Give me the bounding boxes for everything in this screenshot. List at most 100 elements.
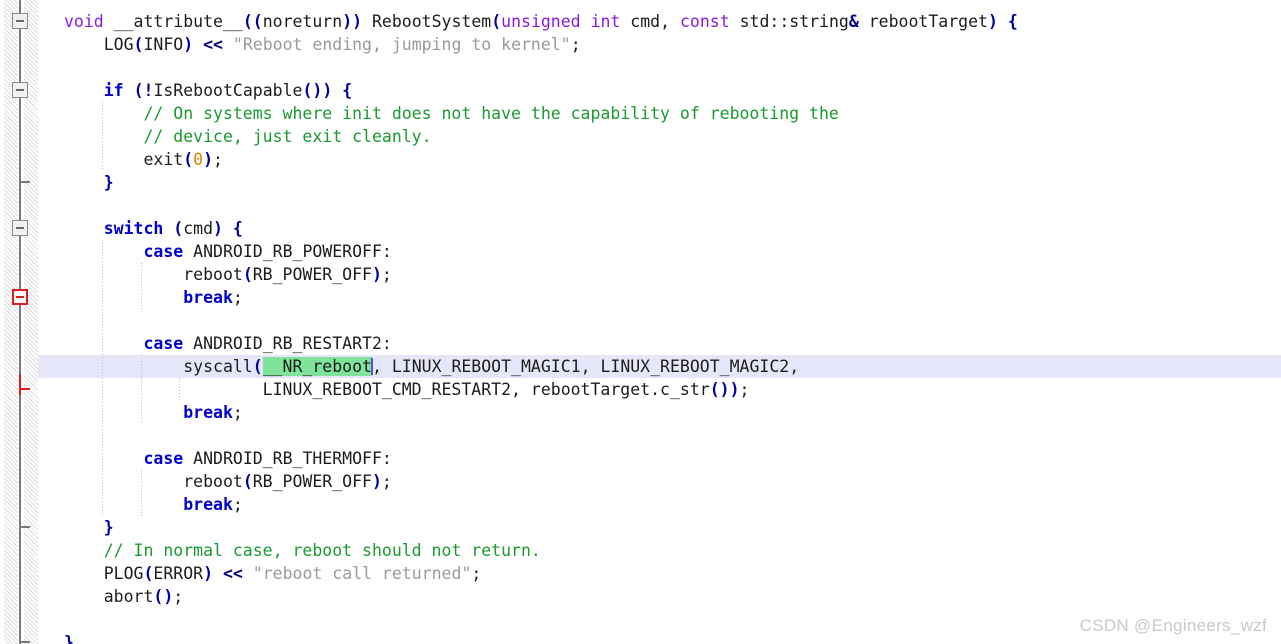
code-token: ; [381, 265, 392, 284]
code-token: } [64, 633, 74, 644]
code-line[interactable]: break; [64, 401, 243, 424]
code-line[interactable]: // device, just exit cleanly. [64, 125, 432, 148]
code-token: ANDROID_RB_RESTART2: [183, 334, 392, 353]
code-token: ; [232, 495, 243, 514]
code-token: ; [570, 35, 581, 54]
code-token: ( [491, 12, 502, 31]
code-line[interactable]: } [64, 516, 114, 539]
code-token: () [153, 587, 174, 606]
code-line[interactable]: case ANDROID_RB_POWEROFF: [64, 240, 392, 263]
code-token: ; [471, 564, 482, 583]
fold-toggle-active[interactable] [12, 289, 28, 305]
fold-toggle[interactable] [12, 82, 28, 98]
code-line[interactable]: // On systems where init does not have t… [64, 102, 838, 125]
code-line[interactable]: syscall(__NR_reboot, LINUX_REBOOT_MAGIC1… [64, 355, 799, 378]
code-token: INFO [143, 35, 184, 54]
code-token: unsigned [501, 12, 581, 31]
code-line[interactable]: abort(); [64, 585, 183, 608]
code-token: ) [987, 12, 998, 31]
code-token: IsRebootCapable [153, 81, 303, 100]
code-token: ERROR [153, 564, 204, 583]
code-token: RB_POWER_OFF [252, 472, 372, 491]
code-line[interactable]: break; [64, 493, 243, 516]
code-token: ; [381, 472, 392, 491]
code-token: LOG [64, 35, 134, 54]
code-line[interactable]: reboot(RB_POWER_OFF); [64, 263, 392, 286]
code-token: << [222, 564, 243, 583]
code-token: break [183, 403, 233, 422]
code-line[interactable]: case ANDROID_RB_RESTART2: [64, 332, 392, 355]
code-token: exit [64, 150, 184, 169]
fold-end-tick [20, 641, 30, 643]
active-fold-range-line [19, 374, 21, 395]
code-line[interactable]: case ANDROID_RB_THERMOFF: [64, 447, 391, 470]
code-token: ( [252, 357, 263, 376]
fold-toggle[interactable] [12, 220, 28, 236]
code-token: << [203, 35, 223, 54]
fold-toggle[interactable] [12, 13, 28, 29]
code-token: )) [342, 12, 363, 31]
code-token: (( [242, 12, 263, 31]
code-line[interactable]: if (!IsRebootCapable()) { [64, 79, 352, 102]
code-token: ( [133, 81, 144, 100]
code-token: ANDROID_RB_POWEROFF: [183, 242, 392, 261]
code-surface[interactable]: void __attribute__((noreturn)) RebootSys… [0, 0, 1281, 644]
fold-margin[interactable] [0, 0, 38, 644]
code-token: if [103, 81, 124, 100]
code-token: LINUX_REBOOT_CMD_RESTART2, rebootTarget.… [64, 380, 710, 399]
code-line[interactable]: // In normal case, reboot should not ret… [64, 539, 541, 562]
code-token: case [143, 449, 184, 468]
code-token: __attribute__ [103, 12, 243, 31]
code-editor-window: void __attribute__((noreturn)) RebootSys… [0, 0, 1281, 644]
code-token: ; [213, 150, 223, 169]
code-token: abort [64, 587, 154, 606]
code-token: RebootSystem [362, 12, 492, 31]
code-token: ; [232, 403, 243, 422]
code-token: , LINUX_REBOOT_MAGIC1, LINUX_REBOOT_MAGI… [371, 357, 800, 376]
code-line[interactable]: PLOG(ERROR) << "reboot call returned"; [64, 562, 482, 585]
code-token: reboot [64, 265, 243, 284]
code-token: case [143, 334, 184, 353]
code-token: break [183, 288, 233, 307]
code-token: ) [371, 265, 382, 284]
code-token: ()) [302, 81, 333, 100]
code-line[interactable]: switch (cmd) { [64, 217, 243, 240]
code-line[interactable]: void __attribute__((noreturn)) RebootSys… [64, 10, 1018, 33]
code-token: } [103, 518, 114, 537]
code-token: ) [213, 219, 223, 238]
code-token: noreturn [262, 12, 343, 31]
code-line[interactable]: exit(0); [64, 148, 223, 171]
code-token: case [143, 242, 184, 261]
code-token: "Reboot ending, jumping to kernel" [232, 35, 571, 54]
code-token: // device, just exit cleanly. [64, 127, 432, 146]
code-line[interactable]: break; [64, 286, 243, 309]
code-line[interactable]: LOG(INFO) << "Reboot ending, jumping to … [64, 33, 581, 56]
code-token: cmd [183, 219, 214, 238]
code-line[interactable]: reboot(RB_POWER_OFF); [64, 470, 392, 493]
code-token: PLOG [64, 564, 144, 583]
code-token: switch [103, 219, 164, 238]
code-line[interactable]: LINUX_REBOOT_CMD_RESTART2, rebootTarget.… [64, 378, 750, 401]
code-token: ) [203, 564, 214, 583]
code-token: ; [173, 587, 184, 606]
code-token: void [64, 12, 104, 31]
code-token: ( [173, 219, 184, 238]
code-token: ! [143, 81, 154, 100]
code-token: ()) [709, 380, 740, 399]
code-line[interactable]: } [64, 171, 114, 194]
code-line[interactable]: } [64, 631, 74, 644]
